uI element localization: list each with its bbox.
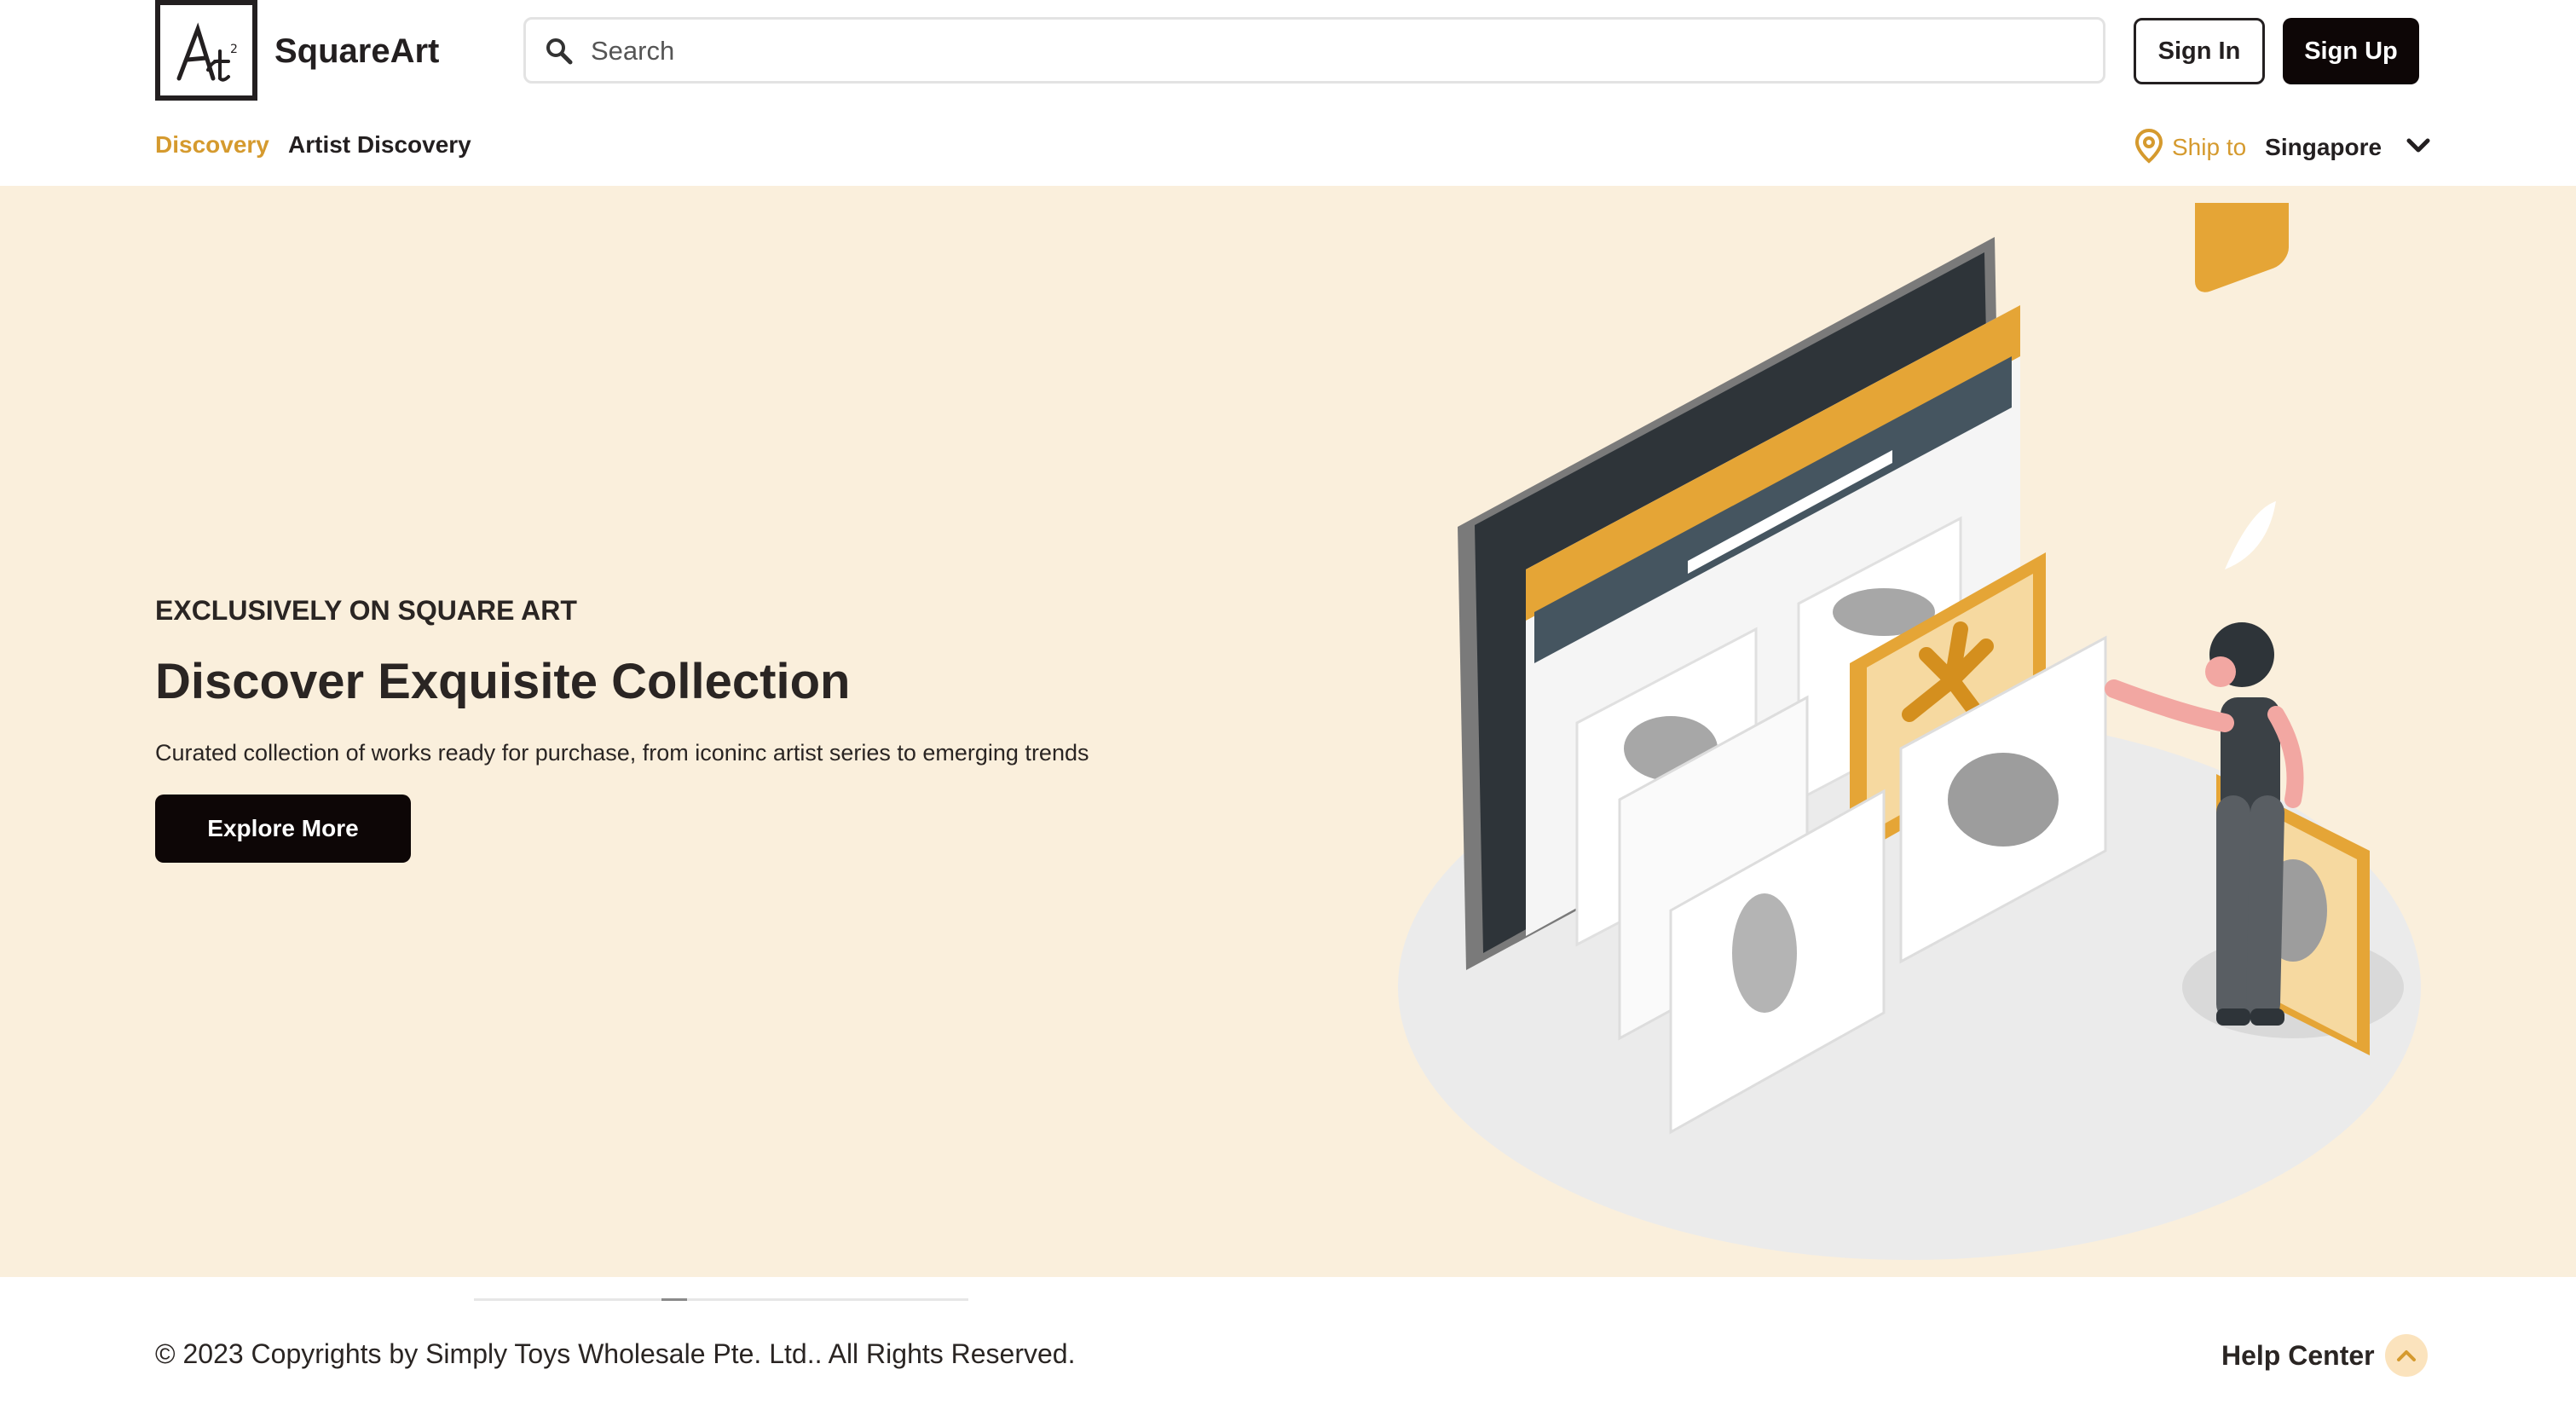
help-center-link[interactable]: Help Center <box>2221 1334 2428 1377</box>
logo[interactable]: 2 <box>155 0 257 101</box>
help-center-label: Help Center <box>2221 1339 2375 1371</box>
chevron-up-icon[interactable] <box>2384 1334 2428 1377</box>
hero-description: Curated collection of works ready for pu… <box>155 740 1089 766</box>
hero-title: Discover Exquisite Collection <box>155 654 851 709</box>
hero-illustration <box>1398 203 2421 1260</box>
ship-country-value: Singapore <box>2265 134 2383 160</box>
hero-banner: EXCLUSIVELY ON SQUARE ART Discover Exqui… <box>0 186 2576 1277</box>
site-header: 2 SquareArt Sign In Sign Up Discovery Ar… <box>0 0 2576 186</box>
brand-name[interactable]: SquareArt <box>274 26 439 77</box>
nav-tab-discovery[interactable]: Discovery <box>155 131 269 159</box>
location-pin-icon <box>2134 128 2163 168</box>
ship-to-label: Ship to <box>2172 134 2247 160</box>
search-icon <box>545 37 574 70</box>
search-bar[interactable] <box>523 17 2105 84</box>
scrollbar-thumb[interactable] <box>661 1298 687 1301</box>
search-input[interactable] <box>589 26 2076 76</box>
logo-art-mark: 2 <box>176 22 238 82</box>
copyright-text: © 2023 Copyrights by Simply Toys Wholesa… <box>155 1338 1076 1369</box>
sign-up-button[interactable]: Sign Up <box>2283 18 2419 84</box>
svg-text:2: 2 <box>230 43 238 56</box>
explore-more-button[interactable]: Explore More <box>155 795 411 863</box>
chevron-down-icon[interactable] <box>2406 137 2431 159</box>
hero-eyebrow: EXCLUSIVELY ON SQUARE ART <box>155 595 577 626</box>
nav-tab-artist-discovery[interactable]: Artist Discovery <box>288 131 471 159</box>
sign-in-button[interactable]: Sign In <box>2134 18 2265 84</box>
ship-to-selector[interactable]: Ship to Singapore <box>2134 126 2431 169</box>
horizontal-scrollbar[interactable] <box>474 1298 968 1301</box>
